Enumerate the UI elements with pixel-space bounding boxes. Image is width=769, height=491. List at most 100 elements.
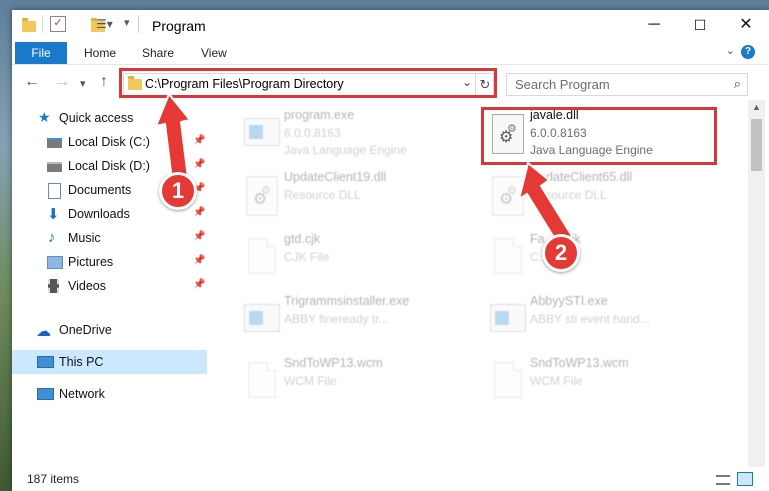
file-description: Resource DLL — [530, 188, 607, 202]
customize-toolbar-icon[interactable]: ☰▾ — [96, 17, 113, 33]
exe-icon — [242, 112, 280, 152]
tab-view[interactable]: View — [201, 42, 227, 64]
sidebar-item-pictures[interactable]: Pictures 📌 — [12, 250, 207, 274]
file-description: WCM File — [530, 374, 583, 388]
status-bar: 187 items — [12, 467, 769, 491]
dll-gear-icon: ⚙ ⚙ — [242, 174, 278, 216]
file-item-gtd-cjk[interactable]: gtd.cjk CJK File — [238, 230, 478, 286]
step-2-badge: 2 — [542, 234, 580, 272]
pin-icon[interactable]: 📌 — [193, 207, 205, 218]
file-version: 6.0.0.8163 — [284, 126, 341, 140]
forward-button[interactable]: → — [54, 73, 70, 91]
maximize-button[interactable]: ☐ — [677, 10, 723, 40]
search-icon[interactable]: ⌕ — [734, 76, 741, 92]
pin-icon[interactable]: 📌 — [193, 255, 205, 266]
sidebar-item-quick-access[interactable]: ★ Quick access — [12, 106, 207, 130]
computer-icon — [37, 356, 54, 368]
details-view-icon[interactable] — [716, 475, 730, 485]
file-name: AbbyySTI.exe — [530, 294, 608, 308]
exe-icon — [488, 298, 526, 338]
sidebar-item-local-disk-c[interactable]: Local Disk (C:) 📌 — [12, 130, 207, 154]
sidebar-item-label: This PC — [59, 355, 104, 369]
pictures-icon — [47, 256, 63, 269]
documents-icon — [48, 183, 61, 199]
divider — [138, 15, 139, 33]
navigation-bar: ← → ▾ ↑ C:\Program Files\Program Directo… — [12, 65, 769, 100]
divider — [42, 15, 43, 33]
pin-icon[interactable]: 📌 — [193, 231, 205, 242]
search-box[interactable]: Search Program ⌕ — [506, 73, 748, 96]
toolbar-dropdown-icon[interactable]: ▾ — [124, 16, 130, 32]
tab-home[interactable]: Home — [84, 42, 116, 64]
sidebar-item-network[interactable]: Network — [12, 382, 207, 406]
file-item-abbyysti-exe[interactable]: AbbyySTI.exe ABBY sti event hand... — [484, 292, 724, 348]
document-icon — [488, 360, 522, 400]
file-name: gtd.cjk — [284, 232, 321, 246]
tab-file[interactable]: File — [15, 42, 67, 64]
expand-ribbon-icon[interactable]: ⌄ — [726, 44, 735, 57]
pin-icon[interactable]: 📌 — [193, 159, 205, 170]
close-button[interactable]: ✕ — [723, 10, 769, 40]
sidebar-item-label: Pictures — [68, 255, 114, 269]
pin-icon[interactable]: 📌 — [193, 279, 205, 290]
file-description: ABBY fineready tr... — [284, 312, 389, 326]
sidebar-item-videos[interactable]: Videos 📌 — [12, 274, 207, 298]
file-item-sndtowp13-wcm[interactable]: SndToWP13.wcm WCM File — [484, 354, 724, 410]
file-description: WCM File — [284, 374, 337, 388]
tab-share[interactable]: Share — [142, 42, 174, 64]
scroll-thumb[interactable] — [751, 119, 762, 171]
file-item-program-exe[interactable]: program.exe 6.0.0.8163 Java Language Eng… — [238, 106, 478, 162]
search-input[interactable]: Search Program — [515, 77, 610, 92]
file-item-trigrammsinstaller-exe[interactable]: Trigrammsinstaller.exe ABBY fineready tr… — [238, 292, 478, 348]
sidebar-item-label: OneDrive — [59, 323, 112, 337]
window-title: Program — [152, 18, 206, 34]
vertical-scrollbar[interactable]: ▲ — [748, 100, 765, 467]
address-highlight — [119, 68, 497, 98]
title-bar: ✓ ☰▾ ▾ Program ─ ☐ ✕ — [12, 10, 769, 42]
sidebar-item-label: Music — [68, 231, 101, 245]
sidebar-item-label: Downloads — [68, 207, 130, 221]
scroll-up-icon[interactable]: ▲ — [748, 102, 765, 112]
file-item-sndtowp13-wcm[interactable]: SndToWP13.wcm WCM File — [238, 354, 478, 410]
file-description: CJK File — [284, 250, 330, 264]
file-description: ABBY sti event hand... — [530, 312, 650, 326]
sidebar-item-label: Network — [59, 387, 105, 401]
recent-locations-button[interactable]: ▾ — [80, 77, 86, 90]
sidebar-item-label: Local Disk (D:) — [68, 159, 150, 173]
file-name: SndToWP13.wcm — [284, 356, 383, 370]
sidebar-item-music[interactable]: ♪ Music 📌 — [12, 226, 207, 250]
file-name: program.exe — [284, 108, 355, 122]
document-icon — [242, 236, 276, 276]
sidebar-item-label: Videos — [68, 279, 106, 293]
sidebar-item-onedrive[interactable]: ☁ OneDrive — [12, 318, 207, 342]
document-icon — [242, 360, 276, 400]
minimize-button[interactable]: ─ — [631, 10, 677, 40]
sidebar-item-label: Quick access — [59, 111, 134, 125]
explorer-window: ✓ ☰▾ ▾ Program ─ ☐ ✕ File Home Share Vie… — [12, 10, 769, 491]
videos-icon — [48, 279, 59, 293]
sidebar-item-label: Local Disk (C:) — [68, 135, 150, 149]
ribbon-tabs: File Home Share View ⌄ ? — [12, 42, 769, 65]
music-icon: ♪ — [48, 229, 56, 246]
up-button[interactable]: ↑ — [100, 73, 108, 91]
file-item-updateclient65-dll[interactable]: ⚙ ⚙ UpdateClient65.dll Resource DLL — [484, 168, 724, 224]
sidebar-item-this-pc[interactable]: This PC — [12, 350, 207, 374]
pin-icon[interactable]: 📌 — [193, 135, 205, 146]
file-item-cjk[interactable]: Fa...n.cjk C... — [484, 230, 724, 286]
exe-icon — [242, 298, 280, 338]
cloud-icon: ☁ — [36, 323, 51, 340]
drive-icon — [47, 162, 62, 172]
item-count: 187 items — [27, 472, 80, 486]
file-highlight — [481, 107, 717, 165]
step-1-badge: 1 — [159, 172, 197, 210]
back-button[interactable]: ← — [24, 73, 40, 91]
file-item-updateclient19-dll[interactable]: ⚙ ⚙ UpdateClient19.dll Resource DLL — [238, 168, 478, 224]
file-name: SndToWP13.wcm — [530, 356, 629, 370]
properties-icon[interactable]: ✓ — [50, 16, 66, 32]
file-name: Trigrammsinstaller.exe — [284, 294, 410, 308]
help-icon[interactable]: ? — [741, 45, 755, 59]
drive-icon — [47, 138, 62, 148]
folder-icon — [22, 18, 36, 32]
file-description: Resource DLL — [284, 188, 361, 202]
large-icons-view-icon[interactable] — [737, 472, 753, 486]
